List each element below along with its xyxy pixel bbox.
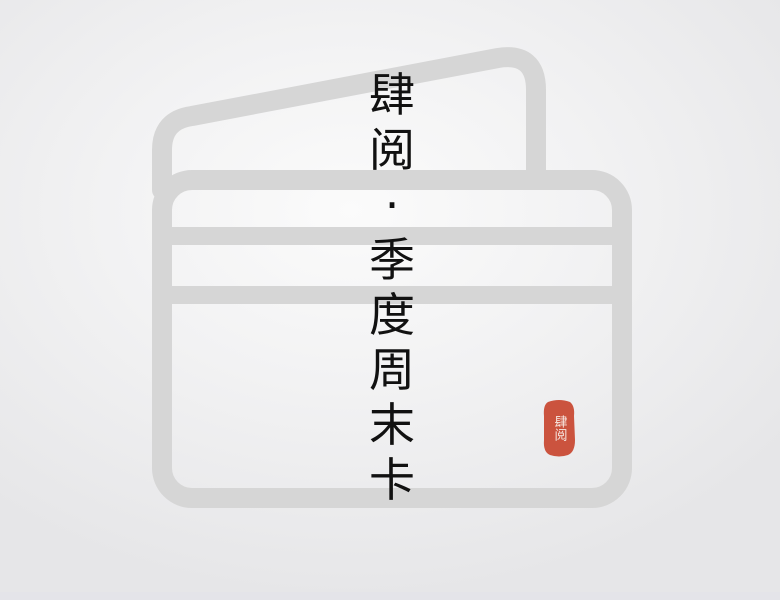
title-char-4: 季 [369, 233, 415, 287]
title-char-7: 末 [369, 398, 415, 452]
title-char-3: · [384, 178, 400, 232]
title-char-2: 阅 [369, 123, 415, 177]
seal-text: 肆阅 [552, 415, 568, 441]
title-char-6: 周 [369, 343, 415, 397]
title-char-5: 度 [369, 288, 415, 342]
seal-stamp: 肆阅 [543, 400, 575, 457]
title-char-8: 卡 [369, 453, 415, 507]
bottom-strip [0, 592, 780, 600]
title-char-1: 肆 [369, 68, 415, 122]
page-title: 肆 阅 · 季 度 周 末 卡 [364, 68, 420, 508]
